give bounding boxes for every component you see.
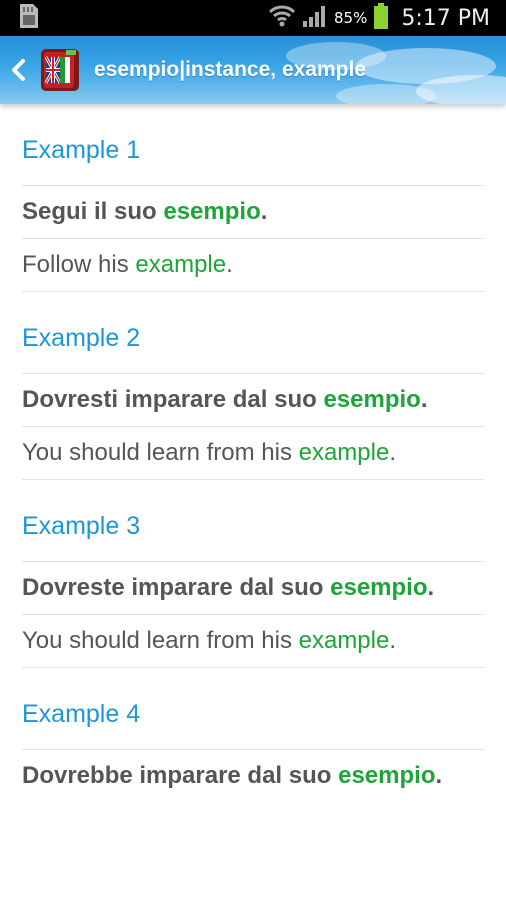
clouds-decoration: [276, 36, 506, 104]
english-sentence[interactable]: You should learn from his example.: [22, 427, 484, 480]
italian-sentence[interactable]: Dovresti imparare dal suo esempio.: [22, 374, 484, 427]
highlight-word: esempio: [330, 574, 428, 601]
examples-list: Example 1 Segui il suo esempio. Follow h…: [22, 104, 484, 802]
example-section: Example 3 Dovreste imparare dal suo esem…: [22, 480, 484, 668]
italian-sentence[interactable]: Dovrebbe imparare dal suo esempio.: [22, 750, 484, 802]
sentence-punct: .: [435, 762, 443, 789]
battery-percent: 85%: [334, 9, 368, 27]
sentence-text: Dovreste imparare dal suo: [22, 574, 331, 601]
italian-sentence[interactable]: Segui il suo esempio.: [22, 186, 484, 239]
sentence-punct: .: [389, 439, 396, 466]
sentence-text: Dovrebbe imparare dal suo: [22, 762, 339, 789]
sentence-punct: .: [420, 386, 428, 413]
sentence-text: Dovresti imparare dal suo: [22, 386, 324, 413]
highlight-word: esempio: [323, 386, 421, 413]
italian-sentence[interactable]: Dovreste imparare dal suo esempio.: [22, 562, 484, 615]
sentence-punct: .: [389, 627, 396, 654]
sentence-punct: .: [260, 198, 268, 225]
sentence-text: You should learn from his: [22, 627, 299, 654]
example-header: Example 1: [22, 104, 484, 186]
action-bar: esempio|instance, example: [0, 36, 506, 104]
sentence-punct: .: [226, 251, 233, 278]
highlight-word: esempio: [163, 198, 261, 225]
status-bar: 85% 5:17 PM: [0, 0, 506, 36]
example-header: Example 2: [22, 292, 484, 374]
example-section: Example 1 Segui il suo esempio. Follow h…: [22, 104, 484, 292]
sd-card-icon: [18, 3, 40, 33]
wifi-icon: [268, 4, 296, 32]
highlight-word: example: [298, 627, 390, 654]
app-dictionary-icon[interactable]: [38, 47, 82, 93]
example-header: Example 4: [22, 668, 484, 750]
sentence-text: Follow his: [22, 251, 136, 278]
example-section: Example 4 Dovrebbe imparare dal suo esem…: [22, 668, 484, 802]
example-section: Example 2 Dovresti imparare dal suo esem…: [22, 292, 484, 480]
sentence-text: You should learn from his: [22, 439, 299, 466]
highlight-word: example: [298, 439, 390, 466]
highlight-word: example: [135, 251, 227, 278]
sentence-text: Segui il suo: [22, 198, 164, 225]
sentence-punct: .: [427, 574, 435, 601]
clock: 5:17 PM: [401, 5, 490, 31]
signal-icon: [302, 5, 328, 31]
back-chevron-icon[interactable]: [10, 55, 32, 85]
english-sentence[interactable]: You should learn from his example.: [22, 615, 484, 668]
highlight-word: esempio: [338, 762, 436, 789]
english-sentence[interactable]: Follow his example.: [22, 239, 484, 292]
example-header: Example 3: [22, 480, 484, 562]
battery-icon: [373, 3, 389, 33]
